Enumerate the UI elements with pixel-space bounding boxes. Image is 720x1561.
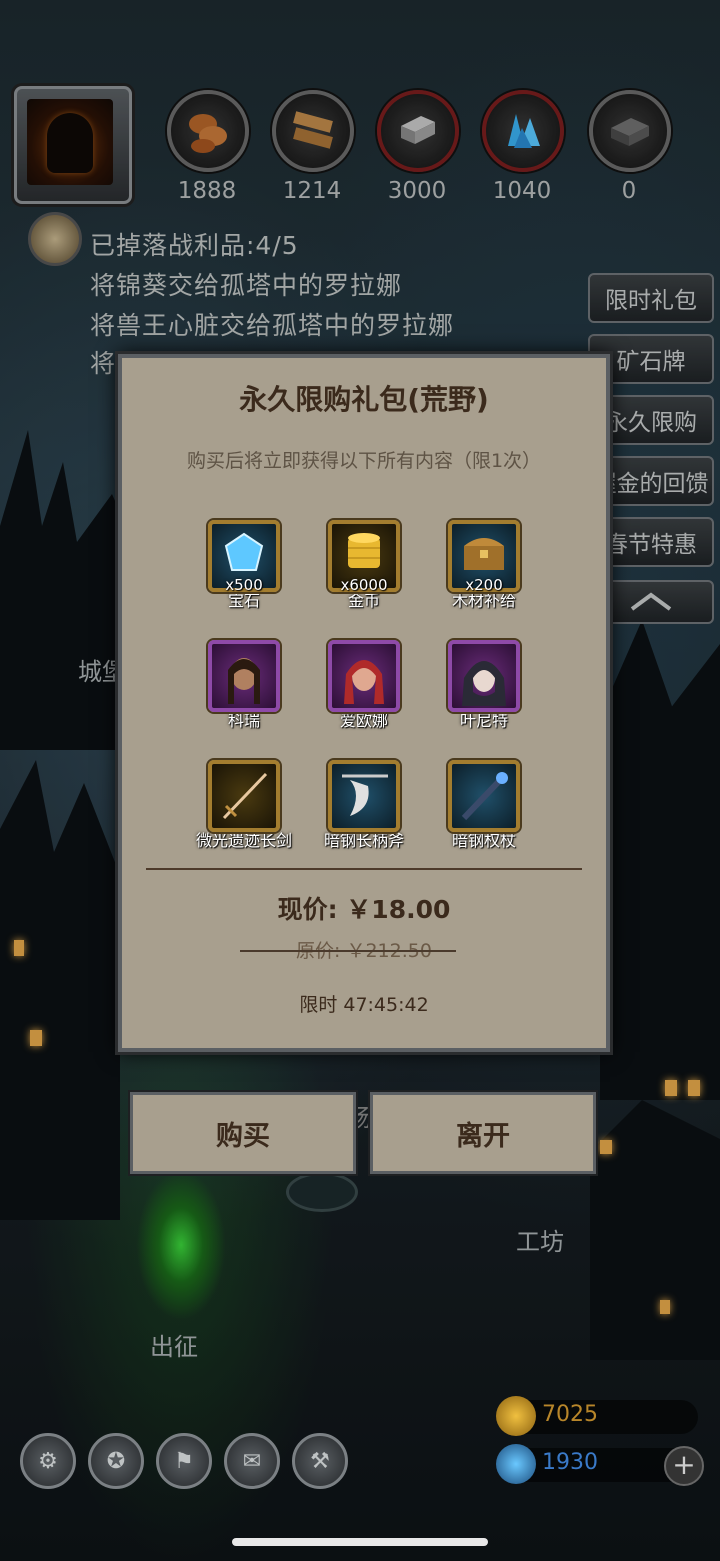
gem-amount: 1930 xyxy=(542,1450,598,1475)
gold-currency: 7025 xyxy=(496,1396,698,1436)
reward-item[interactable]: x500 宝石 xyxy=(184,520,304,612)
gold-amount: 7025 xyxy=(542,1402,598,1427)
gift-pack-dialog: 永久限购礼包(荒野) 购买后将立即获得以下所有内容（限1次） x500 宝石 x… xyxy=(118,354,610,1052)
dialog-title: 永久限购礼包(荒野) xyxy=(239,383,489,416)
reward-item[interactable]: 暗钢权杖 xyxy=(424,760,544,852)
buy-button[interactable]: 购买 xyxy=(130,1092,356,1174)
current-price: 现价: ￥18.00 xyxy=(277,895,451,924)
hero-portrait xyxy=(448,640,520,712)
gold-coin-icon xyxy=(496,1396,536,1436)
hero-portrait xyxy=(328,640,400,712)
reward-item[interactable]: 暗钢长柄斧 xyxy=(304,760,424,852)
achievement-star-icon[interactable]: ✪ xyxy=(88,1433,144,1489)
dialog-subtitle: 购买后将立即获得以下所有内容（限1次） xyxy=(186,450,542,472)
reward-item[interactable]: x6000 金币 xyxy=(304,520,424,612)
limited-time-countdown: 限时 47:45:42 xyxy=(299,994,429,1016)
original-price: 原价: ￥212.50 xyxy=(122,936,606,963)
forge-anvil-icon[interactable]: ⚒ xyxy=(292,1433,348,1489)
add-gems-button[interactable]: + xyxy=(664,1446,704,1486)
reward-item[interactable]: 爱欧娜 xyxy=(304,640,424,732)
axe-icon xyxy=(328,760,400,832)
home-indicator[interactable] xyxy=(232,1538,488,1546)
gem-currency: 1930 + xyxy=(496,1444,704,1486)
reward-item[interactable]: x200 木材补给 xyxy=(424,520,544,612)
dialog-divider xyxy=(146,868,582,870)
sword-icon xyxy=(208,760,280,832)
leave-button[interactable]: 离开 xyxy=(370,1092,596,1174)
gem-icon xyxy=(496,1444,536,1484)
guild-banner-icon[interactable]: ⚑ xyxy=(156,1433,212,1489)
mail-icon[interactable]: ✉ xyxy=(224,1433,280,1489)
gem-icon: x500 xyxy=(208,520,280,594)
scepter-icon xyxy=(448,760,520,832)
gold-coins-icon: x6000 xyxy=(328,520,400,594)
chest-icon: x200 xyxy=(448,520,520,594)
settings-gear-icon[interactable]: ⚙ xyxy=(20,1433,76,1489)
hero-portrait xyxy=(208,640,280,712)
reward-item[interactable]: 微光遗迹长剑 xyxy=(184,760,304,852)
reward-item[interactable]: 叶尼特 xyxy=(424,640,544,732)
reward-item[interactable]: 科瑞 xyxy=(184,640,304,732)
